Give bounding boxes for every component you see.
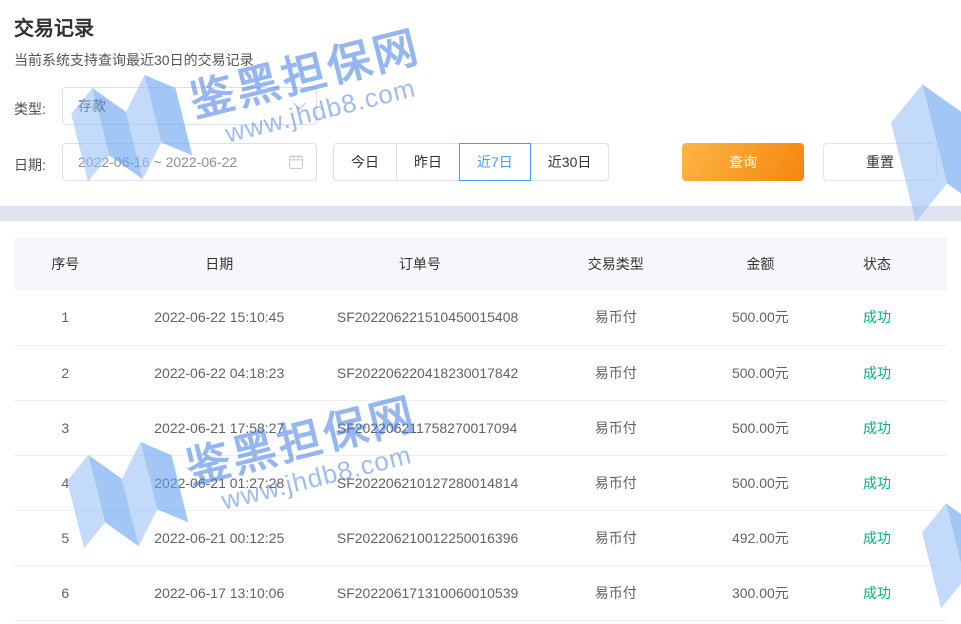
cell-amount: 300.00元 [714, 565, 807, 620]
col-header-status: 状态 [807, 238, 947, 290]
cell-order: SF202206211758270017094 [322, 400, 518, 455]
cell-status: 成功 [807, 400, 947, 455]
cell-type: 易币付 [518, 345, 714, 400]
chevron-down-icon [293, 97, 306, 110]
quick-range-group: 今日 昨日 近7日 近30日 [333, 143, 609, 181]
table-row: 32022-06-21 17:58:27SF202206211758270017… [14, 400, 947, 455]
col-header-type: 交易类型 [518, 238, 714, 290]
cell-date: 2022-06-21 17:58:27 [117, 400, 322, 455]
cell-order: SF202206210012250016396 [322, 510, 518, 565]
date-range-value: 2022-06-16 ~ 2022-06-22 [78, 154, 288, 170]
cell-date: 2022-06-22 15:10:45 [117, 290, 322, 345]
cell-status: 成功 [807, 565, 947, 620]
cell-amount: 492.00元 [714, 510, 807, 565]
table-row: 62022-06-17 13:10:06SF202206171310060010… [14, 565, 947, 620]
quick-range-30days[interactable]: 近30日 [530, 143, 610, 181]
date-label: 日期: [14, 155, 46, 175]
cell-order: SF202206220418230017842 [322, 345, 518, 400]
cell-type: 易币付 [518, 565, 714, 620]
table-row: 52022-06-21 00:12:25SF202206210012250016… [14, 510, 947, 565]
table-header-row: 序号 日期 订单号 交易类型 金额 状态 [14, 238, 947, 290]
table-row: 12022-06-22 15:10:45SF202206221510450015… [14, 290, 947, 345]
page-title: 交易记录 [14, 12, 94, 41]
cell-status: 成功 [807, 290, 947, 345]
table-row: 42022-06-21 01:27:28SF202206210127280014… [14, 455, 947, 510]
cell-date: 2022-06-21 01:27:28 [117, 455, 322, 510]
cell-no: 1 [14, 290, 117, 345]
quick-range-7days[interactable]: 近7日 [459, 143, 531, 181]
cell-amount: 500.00元 [714, 290, 807, 345]
cell-type: 易币付 [518, 455, 714, 510]
cell-status: 成功 [807, 345, 947, 400]
reset-button[interactable]: 重置 [823, 143, 937, 181]
type-select-value: 存款 [78, 96, 295, 116]
table-row: 22022-06-22 04:18:23SF202206220418230017… [14, 345, 947, 400]
cell-type: 易币付 [518, 290, 714, 345]
transactions-table: 序号 日期 订单号 交易类型 金额 状态 12022-06-22 15:10:4… [14, 238, 947, 621]
cell-no: 3 [14, 400, 117, 455]
col-header-amount: 金额 [714, 238, 807, 290]
cell-no: 6 [14, 565, 117, 620]
cell-status: 成功 [807, 510, 947, 565]
table-body: 12022-06-22 15:10:45SF202206221510450015… [14, 290, 947, 620]
col-header-order: 订单号 [322, 238, 518, 290]
cell-amount: 500.00元 [714, 455, 807, 510]
cell-no: 4 [14, 455, 117, 510]
cell-order: SF202206221510450015408 [322, 290, 518, 345]
transaction-records-page: 鉴黑担保网 www.jhdb8.com 鉴黑担保网 www.jhdb8.com … [0, 0, 961, 624]
type-label: 类型: [14, 99, 46, 119]
col-header-date: 日期 [117, 238, 322, 290]
quick-range-today[interactable]: 今日 [333, 143, 397, 181]
date-range-input[interactable]: 2022-06-16 ~ 2022-06-22 [62, 143, 317, 181]
watermark-text: 鉴黑担保网 www.jhdb8.com [182, 10, 432, 155]
cell-order: SF202206171310060010539 [322, 565, 518, 620]
cell-status: 成功 [807, 455, 947, 510]
cell-date: 2022-06-21 00:12:25 [117, 510, 322, 565]
cell-amount: 500.00元 [714, 345, 807, 400]
type-select[interactable]: 存款 [62, 87, 317, 125]
cell-order: SF202206210127280014814 [322, 455, 518, 510]
cell-type: 易币付 [518, 400, 714, 455]
page-subtitle: 当前系统支持查询最近30日的交易记录 [14, 50, 254, 70]
cell-date: 2022-06-17 13:10:06 [117, 565, 322, 620]
cell-date: 2022-06-22 04:18:23 [117, 345, 322, 400]
cell-type: 易币付 [518, 510, 714, 565]
col-header-no: 序号 [14, 238, 117, 290]
quick-range-yesterday[interactable]: 昨日 [396, 143, 460, 181]
calendar-icon [288, 154, 304, 170]
cell-no: 2 [14, 345, 117, 400]
divider-band [0, 206, 961, 221]
cell-no: 5 [14, 510, 117, 565]
cell-amount: 500.00元 [714, 400, 807, 455]
search-button[interactable]: 查询 [682, 143, 804, 181]
